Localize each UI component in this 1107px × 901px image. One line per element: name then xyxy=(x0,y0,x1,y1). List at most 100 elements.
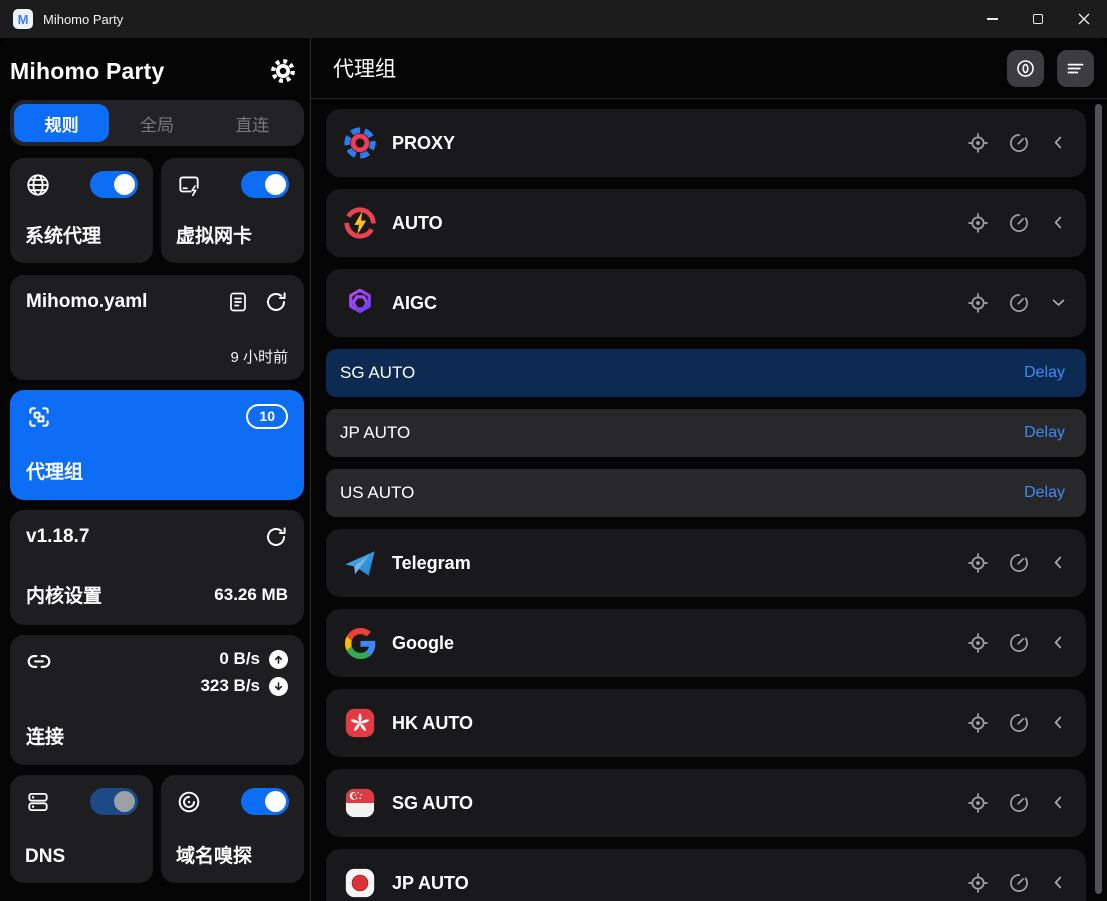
locate-current-proxy-icon[interactable] xyxy=(966,871,990,895)
proxy-group-card-jp-auto[interactable]: JP AUTO xyxy=(326,849,1086,901)
close-button[interactable] xyxy=(1061,0,1107,38)
sidebar: Mihomo Party 规则 全局 直连 xyxy=(0,38,311,901)
close-icon xyxy=(1078,13,1090,25)
scrollbar-thumb[interactable] xyxy=(1095,104,1102,894)
proxy-group-name: Google xyxy=(392,633,949,654)
chevron-left-icon[interactable] xyxy=(1050,714,1068,732)
profile-card[interactable]: Mihomo.yaml 9 小时前 xyxy=(10,275,304,380)
core-settings-card[interactable]: v1.18.7 内核设置 63.26 MB xyxy=(10,510,304,625)
connections-card[interactable]: 0 B/s 323 B/s 连接 xyxy=(10,635,304,765)
tab-global-mode[interactable]: 全局 xyxy=(109,104,204,142)
telegram-logo xyxy=(342,545,378,581)
locate-current-proxy-icon[interactable] xyxy=(966,291,990,315)
window-title: Mihomo Party xyxy=(43,12,123,27)
proxy-group-card-aigc[interactable]: AIGC xyxy=(326,269,1086,337)
locate-current-proxy-icon[interactable] xyxy=(966,131,990,155)
locate-current-proxy-icon[interactable] xyxy=(966,711,990,735)
dns-card[interactable]: DNS xyxy=(10,775,153,883)
dns-toggle[interactable] xyxy=(90,788,138,815)
proxy-item-name: SG AUTO xyxy=(340,363,1024,383)
proxy-group-card-telegram[interactable]: Telegram xyxy=(326,529,1086,597)
system-proxy-label: 系统代理 xyxy=(25,221,138,248)
refresh-icon xyxy=(264,290,288,314)
download-speed: 323 B/s xyxy=(200,676,260,696)
app-shell: Mihomo Party 规则 全局 直连 xyxy=(0,38,1107,901)
chevron-left-icon[interactable] xyxy=(1050,214,1068,232)
system-proxy-card[interactable]: 系统代理 xyxy=(10,158,153,263)
proxy-group-card-proxy[interactable]: PROXY xyxy=(326,109,1086,177)
chevron-left-icon[interactable] xyxy=(1050,134,1068,152)
download-arrow-icon xyxy=(269,677,288,696)
proxy-group-name: AIGC xyxy=(392,293,949,314)
connections-label: 连接 xyxy=(26,722,288,749)
upload-arrow-icon xyxy=(269,650,288,669)
locate-current-proxy-icon[interactable] xyxy=(966,791,990,815)
tab-direct-mode[interactable]: 直连 xyxy=(205,104,300,142)
proxy-group-name: SG AUTO xyxy=(392,793,949,814)
proxy-group-name: JP AUTO xyxy=(392,873,949,894)
proxy-group-card-google[interactable]: Google xyxy=(326,609,1086,677)
profile-details-button[interactable] xyxy=(226,290,250,314)
proxy-groups-label: 代理组 xyxy=(26,457,288,484)
group-scan-icon xyxy=(26,404,52,430)
delay-test-icon[interactable] xyxy=(1007,711,1031,735)
network-card-icon xyxy=(176,172,202,198)
proxy-item-sg-auto[interactable]: SG AUTODelay xyxy=(326,349,1086,397)
app-logo-icon: M xyxy=(13,9,33,29)
delay-button[interactable]: Delay xyxy=(1024,364,1065,382)
sidebar-title: Mihomo Party xyxy=(10,58,268,85)
gear-icon xyxy=(270,58,296,84)
locate-current-proxy-icon[interactable] xyxy=(966,631,990,655)
proxy-groups-count-badge: 10 xyxy=(246,404,288,429)
proxy-item-jp-auto[interactable]: JP AUTODelay xyxy=(326,409,1086,457)
maximize-button[interactable] xyxy=(1015,0,1061,38)
locate-current-proxy-icon[interactable] xyxy=(966,211,990,235)
delay-button[interactable]: Delay xyxy=(1024,424,1065,442)
proxy-group-card-hk-auto[interactable]: HK AUTO xyxy=(326,689,1086,757)
delay-test-icon[interactable] xyxy=(1007,631,1031,655)
chevron-left-icon[interactable] xyxy=(1050,554,1068,572)
proxy-group-card-sg-auto[interactable]: SG AUTO xyxy=(326,769,1086,837)
tun-toggle[interactable] xyxy=(241,171,289,198)
chevron-left-icon[interactable] xyxy=(1050,794,1068,812)
chevron-left-icon[interactable] xyxy=(1050,634,1068,652)
sidebar-proxy-groups-card[interactable]: 10 代理组 xyxy=(10,390,304,500)
tab-rule-mode[interactable]: 规则 xyxy=(14,104,109,142)
sg-flag xyxy=(342,785,378,821)
chevron-down-icon[interactable] xyxy=(1050,294,1068,312)
proxy-group-card-auto[interactable]: AUTO xyxy=(326,189,1086,257)
system-proxy-toggle[interactable] xyxy=(90,171,138,198)
sniff-toggle[interactable] xyxy=(241,788,289,815)
chevron-left-icon[interactable] xyxy=(1050,874,1068,892)
tun-label: 虚拟网卡 xyxy=(176,221,289,248)
delay-test-icon[interactable] xyxy=(1007,211,1031,235)
proxy-item-us-auto[interactable]: US AUTODelay xyxy=(326,469,1086,517)
proxy-item-name: US AUTO xyxy=(340,483,1024,503)
sort-lines-button[interactable] xyxy=(1057,50,1094,87)
delay-test-icon[interactable] xyxy=(1007,131,1031,155)
minimize-icon xyxy=(987,18,998,20)
zero-circle-button[interactable] xyxy=(1007,50,1044,87)
delay-test-icon[interactable] xyxy=(1007,291,1031,315)
delay-test-icon[interactable] xyxy=(1007,871,1031,895)
hk-flag xyxy=(342,705,378,741)
outbound-mode-tabs: 规则 全局 直连 xyxy=(10,100,304,146)
tun-card[interactable]: 虚拟网卡 xyxy=(161,158,304,263)
sniff-card[interactable]: 域名嗅探 xyxy=(161,775,304,883)
core-version: v1.18.7 xyxy=(26,526,89,548)
proxy-group-name: AUTO xyxy=(392,213,949,234)
sniff-label: 域名嗅探 xyxy=(176,841,289,868)
openai-knot-logo xyxy=(342,285,378,321)
proxy-item-name: JP AUTO xyxy=(340,423,1024,443)
core-restart-button[interactable] xyxy=(264,525,288,549)
delay-button[interactable]: Delay xyxy=(1024,484,1065,502)
refresh-icon xyxy=(264,525,288,549)
delay-test-icon[interactable] xyxy=(1007,551,1031,575)
minimize-button[interactable] xyxy=(969,0,1015,38)
delay-test-icon[interactable] xyxy=(1007,791,1031,815)
profile-refresh-button[interactable] xyxy=(264,290,288,314)
globe-icon xyxy=(25,172,51,198)
core-settings-label: 内核设置 xyxy=(26,581,102,608)
locate-current-proxy-icon[interactable] xyxy=(966,551,990,575)
settings-button[interactable] xyxy=(268,56,298,86)
